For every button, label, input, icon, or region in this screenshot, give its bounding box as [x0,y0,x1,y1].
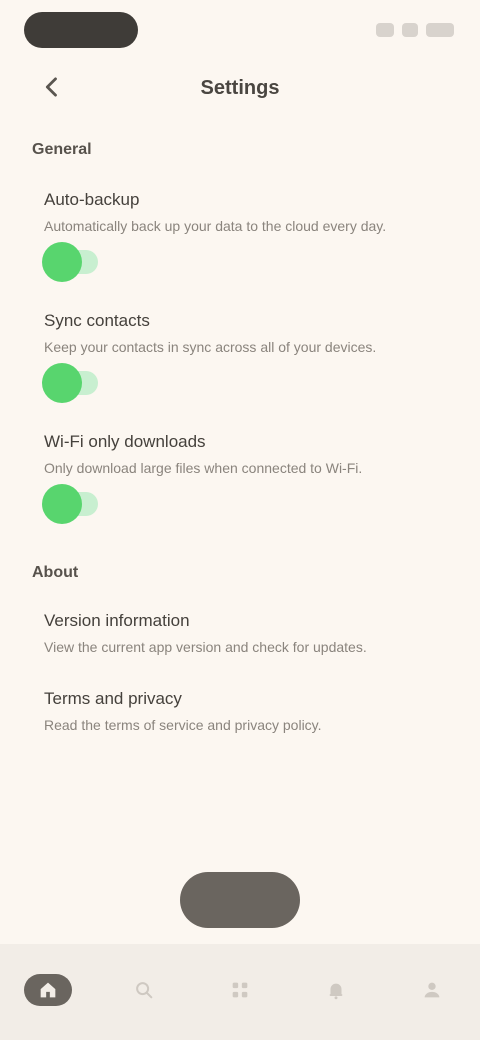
wifi-icon [402,23,418,37]
setting-wifi-only[interactable]: Wi-Fi only downloads Only download large… [0,430,480,525]
auto-backup-toggle[interactable] [42,242,98,282]
setting-description: Read the terms of service and privacy po… [44,717,322,733]
section-general: General Auto-backup Automatically back u… [0,132,480,525]
sync-contacts-toggle[interactable] [42,363,98,403]
nav-icon-container [24,974,72,1006]
nav-icon-container [120,974,168,1006]
setting-description: Automatically back up your data to the c… [44,218,387,234]
toggle-thumb [42,363,82,403]
setting-title: Auto-backup [44,190,140,209]
setting-description: Keep your contacts in sync across all of… [44,339,377,355]
nav-item-grid[interactable] [200,957,280,1027]
status-icons [354,20,454,40]
wifi-only-toggle[interactable] [42,484,98,524]
nav-item-search[interactable] [104,957,184,1027]
section-header: General [32,141,92,158]
home-icon [40,982,56,998]
page-title: Settings [200,77,280,99]
settings-screen: Settings General Auto-backup Automatical… [0,0,480,1040]
person-icon [424,982,440,998]
arrow-left-icon [45,76,57,97]
setting-terms[interactable]: Terms and privacy Read the terms of serv… [0,687,480,735]
status-time-pill [24,12,138,48]
setting-description: Only download large files when connected… [44,460,363,476]
bell-icon [329,983,343,1000]
toggle-thumb [42,242,82,282]
top-app-bar: Settings [0,60,480,116]
nav-icon-container [216,974,264,1006]
setting-version[interactable]: Version information View the current app… [0,609,480,657]
back-button[interactable] [32,68,72,108]
grid-icon [232,982,248,998]
search-icon [136,982,153,999]
settings-list: General Auto-backup Automatically back u… [0,130,480,930]
section-header: About [32,564,79,581]
toggle-thumb [42,484,82,524]
nav-item-profile[interactable] [392,957,472,1027]
nav-item-notifications[interactable] [296,957,376,1027]
nav-icon-container [312,974,360,1006]
battery-icon [426,23,454,37]
setting-title: Sync contacts [44,311,150,330]
signal-icon [376,23,394,37]
setting-title: Version information [44,611,190,630]
setting-title: Wi-Fi only downloads [44,432,206,451]
section-about: About Version information View the curre… [0,555,480,735]
status-bar [0,0,480,56]
floating-action-button[interactable] [180,872,300,928]
setting-description: View the current app version and check f… [44,639,367,655]
setting-auto-backup[interactable]: Auto-backup Automatically back up your d… [0,188,480,283]
setting-title: Terms and privacy [44,689,182,708]
setting-sync-contacts[interactable]: Sync contacts Keep your contacts in sync… [0,309,480,404]
bottom-navigation [0,944,480,1040]
nav-icon-container [408,974,456,1006]
nav-item-home[interactable] [8,957,88,1027]
